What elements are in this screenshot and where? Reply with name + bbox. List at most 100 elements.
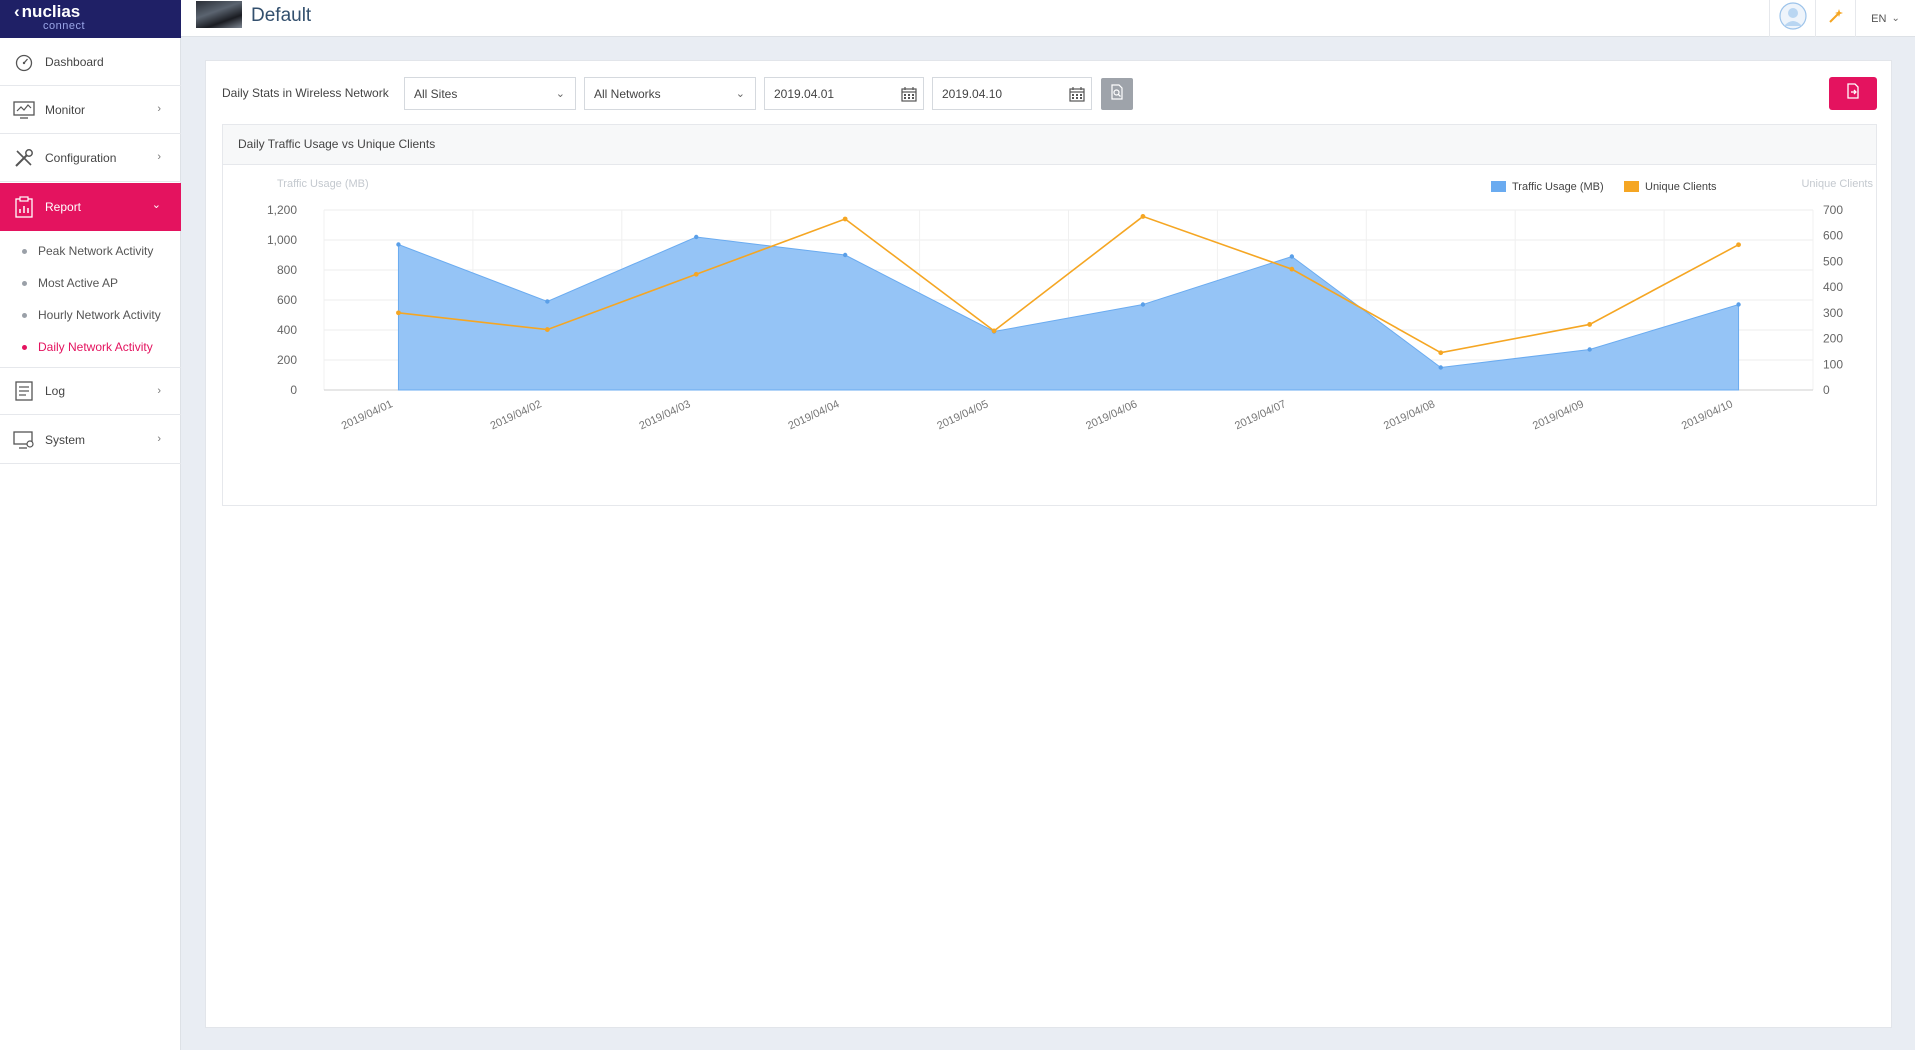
unique-clients-point: [693, 271, 699, 277]
y-left-tick-label: 600: [277, 293, 297, 307]
sidebar-item-monitor[interactable]: Monitor ›: [0, 86, 181, 134]
tools-icon: [13, 147, 35, 169]
legend-label: Unique Clients: [1645, 181, 1717, 193]
chevron-right-icon: ›: [157, 385, 161, 397]
traffic-usage-point: [694, 234, 699, 240]
traffic-usage-point: [842, 252, 848, 258]
sidebar-subitem-label: Hourly Network Activity: [38, 308, 161, 322]
site-select[interactable]: All Sites ⌄: [404, 77, 576, 110]
dashboard-icon: [13, 51, 35, 73]
y-left-tick-label: 1,200: [267, 203, 297, 217]
chevron-down-icon: ⌄: [735, 88, 745, 100]
sidebar-subitem-daily-network-activity[interactable]: Daily Network Activity: [0, 331, 181, 363]
sidebar-item-dashboard[interactable]: Dashboard: [0, 38, 181, 86]
y-right-tick-label: 200: [1823, 332, 1843, 346]
unique-clients-point: [1736, 242, 1741, 248]
chevron-down-icon: ⌄: [1891, 13, 1900, 24]
search-button[interactable]: [1101, 78, 1133, 110]
site-select-value: All Sites: [414, 86, 458, 101]
calendar-icon[interactable]: [1069, 86, 1085, 105]
x-tick-label: 2019/04/01: [340, 398, 395, 432]
sidebar: ‹ nuclias connect Dashboard Monitor › Con…: [0, 0, 181, 1050]
y-left-tick-label: 800: [277, 263, 297, 277]
language-selector[interactable]: EN ⌄: [1855, 0, 1915, 37]
legend-swatch: [1491, 181, 1506, 192]
sidebar-subitem-hourly-network-activity[interactable]: Hourly Network Activity: [0, 299, 181, 331]
y-right-tick-label: 100: [1823, 357, 1843, 371]
unique-clients-point: [991, 328, 997, 334]
y-left-tick-label: 0: [290, 383, 297, 397]
y-right-tick-label: 700: [1823, 203, 1843, 217]
sidebar-item-label: Report: [45, 199, 82, 214]
x-tick-label: 2019/04/09: [1531, 398, 1586, 432]
sidebar-subitem-label: Most Active AP: [38, 276, 119, 290]
sidebar-subitem-peak-network-activity[interactable]: Peak Network Activity: [0, 235, 181, 267]
x-tick-label: 2019/04/08: [1382, 398, 1437, 432]
x-tick-label: 2019/04/06: [1084, 398, 1139, 432]
chart-panel: Daily Traffic Usage vs Unique Clients 0 2…: [222, 124, 1877, 506]
chevron-right-icon: ›: [157, 151, 161, 163]
log-icon: [13, 380, 35, 402]
unique-clients-point: [1438, 350, 1444, 356]
x-tick-label: 2019/04/03: [637, 398, 692, 432]
chevron-down-icon: ⌄: [555, 88, 565, 100]
magic-wand-button[interactable]: [1815, 0, 1855, 37]
bullet-icon: [22, 248, 27, 254]
sidebar-subitem-most-active-ap[interactable]: Most Active AP: [0, 267, 181, 299]
sidebar-item-report[interactable]: Report ⌄: [0, 183, 181, 231]
site-thumbnail: [196, 1, 242, 28]
monitor-icon: [13, 99, 35, 121]
unique-clients-point: [1289, 266, 1295, 272]
x-tick-label: 2019/04/10: [1680, 398, 1735, 432]
traffic-usage-point: [1587, 347, 1592, 352]
end-date-input[interactable]: 2019.04.10: [932, 77, 1092, 110]
legend-swatch: [1624, 181, 1639, 192]
chart-panel-title: Daily Traffic Usage vs Unique Clients: [238, 137, 436, 151]
system-icon: [13, 429, 35, 451]
sidebar-item-log[interactable]: Log ›: [0, 367, 181, 415]
sidebar-subitem-label: Peak Network Activity: [38, 244, 154, 258]
chevron-right-icon: ›: [157, 433, 161, 445]
y-left-tick-label: 200: [277, 353, 297, 367]
legend-label: Traffic Usage (MB): [1512, 181, 1604, 193]
x-tick-label: 2019/04/04: [786, 398, 841, 432]
bullet-icon: [22, 344, 27, 350]
calendar-icon[interactable]: [901, 86, 917, 105]
sidebar-item-label: Monitor: [45, 102, 86, 117]
y-left-axis-title: Traffic Usage (MB): [277, 178, 369, 190]
language-label: EN: [1871, 12, 1887, 25]
chart-panel-header: Daily Traffic Usage vs Unique Clients: [223, 125, 1876, 165]
network-select[interactable]: All Networks ⌄: [584, 77, 756, 110]
bullet-icon: [22, 312, 27, 318]
filter-label: Daily Stats in Wireless Network: [222, 86, 389, 100]
unique-clients-point: [544, 327, 550, 332]
unique-clients-point: [1140, 214, 1146, 219]
x-tick-label: 2019/04/02: [489, 398, 544, 432]
y-right-axis-title: Unique Clients: [1801, 178, 1873, 190]
export-button[interactable]: [1829, 77, 1877, 110]
chevron-down-icon: ⌄: [151, 199, 161, 211]
sidebar-item-system[interactable]: System ›: [0, 416, 181, 464]
y-right-tick-label: 600: [1823, 229, 1843, 243]
traffic-usage-point: [396, 242, 401, 247]
logo-sub: connect: [43, 20, 86, 32]
y-right-tick-label: 500: [1823, 254, 1843, 268]
report-card: Daily Stats in Wireless Network All Site…: [205, 60, 1892, 1028]
unique-clients-point: [1587, 322, 1593, 327]
sidebar-item-configuration[interactable]: Configuration ›: [0, 134, 181, 182]
page-title: Default: [251, 5, 312, 26]
y-left-tick-label: 400: [277, 323, 297, 337]
traffic-usage-point: [1140, 302, 1146, 307]
y-right-tick-label: 400: [1823, 280, 1843, 294]
unique-clients-point: [842, 216, 848, 222]
sidebar-item-label: Dashboard: [45, 54, 104, 69]
network-select-value: All Networks: [594, 86, 661, 101]
sidebar-item-label: System: [45, 432, 86, 447]
chevron-right-icon: ›: [157, 103, 161, 115]
logo[interactable]: ‹ nuclias connect: [0, 0, 181, 38]
start-date-input[interactable]: 2019.04.01: [764, 77, 924, 110]
traffic-usage-point: [545, 299, 550, 304]
user-button[interactable]: [1769, 0, 1815, 37]
x-tick-label: 2019/04/05: [935, 398, 990, 432]
y-left-tick-label: 1,000: [267, 233, 297, 247]
